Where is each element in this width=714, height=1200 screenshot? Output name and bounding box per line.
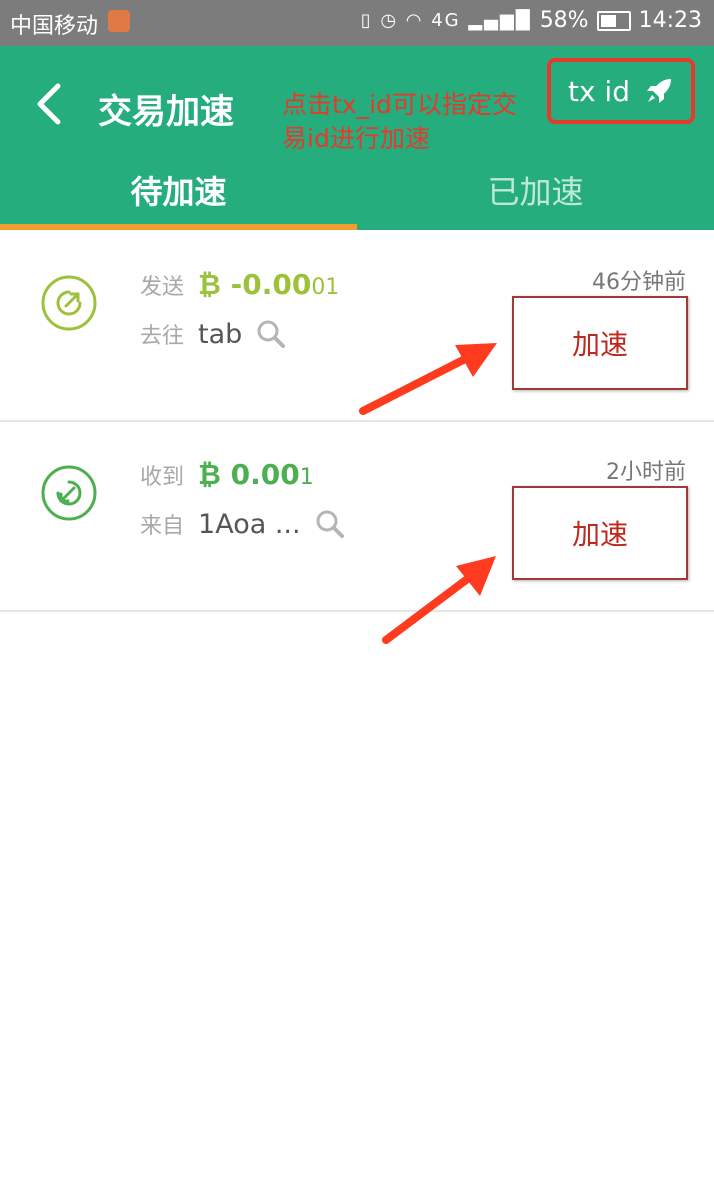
timestamp: 46分钟前 <box>592 270 686 295</box>
amount-main: -0.00 <box>230 268 312 301</box>
back-button[interactable] <box>30 82 70 126</box>
outgoing-arrow-icon <box>41 275 97 331</box>
peer-label: 去往 <box>140 324 185 349</box>
status-bar: 中国移动 ▯ ◷ ◠ 4G ▂▄▆█ 58% 14:23 <box>0 0 714 46</box>
app-bar: 交易加速 点击tx_id可以指定交易id进行加速 tx id 待加速 已加速 <box>0 46 714 230</box>
amount-tail: 01 <box>311 275 340 300</box>
search-icon[interactable] <box>315 509 345 539</box>
annotation-text: 点击tx_id可以指定交易id进行加速 <box>282 90 517 153</box>
amount-line: 发送 ₿ -0.0001 <box>140 268 339 301</box>
accelerate-button[interactable]: 加速 <box>512 296 688 390</box>
rocket-icon <box>647 79 671 103</box>
annotation-arrow-icon <box>382 556 496 644</box>
notification-badge-icon <box>108 10 130 32</box>
bitcoin-symbol: ₿ <box>198 458 221 491</box>
search-icon[interactable] <box>256 319 286 349</box>
peer-label: 来自 <box>140 514 185 539</box>
incoming-arrow-icon <box>41 465 97 521</box>
amount: ₿ 0.001 <box>198 458 314 491</box>
chevron-left-icon <box>37 83 61 125</box>
amount-line: 收到 ₿ 0.001 <box>140 458 314 491</box>
transaction-row: 收到 ₿ 0.001 来自 1Aoa ... 2小时前 加速 <box>0 420 714 612</box>
txid-label: tx id <box>567 74 630 108</box>
page-title: 交易加速 <box>98 92 234 132</box>
peer-line: 来自 1Aoa ... <box>140 508 345 540</box>
peer-address: tab <box>198 318 243 350</box>
battery-percent: 58% <box>539 8 589 33</box>
carrier-name: 中国移动 <box>10 14 99 39</box>
peer-address: 1Aoa ... <box>198 508 301 540</box>
tab-pending[interactable]: 待加速 <box>0 166 357 230</box>
status-icons: ▯ ◷ ◠ 4G ▂▄▆█ 58% 14:23 <box>361 8 702 33</box>
bitcoin-symbol: ₿ <box>198 268 221 301</box>
amount: ₿ -0.0001 <box>198 268 339 301</box>
tab-accelerated[interactable]: 已加速 <box>357 166 714 230</box>
direction-label: 发送 <box>140 275 185 300</box>
amount-tail: 1 <box>299 465 314 490</box>
battery-icon <box>596 10 631 31</box>
annotation-arrow-icon <box>359 343 497 415</box>
amount-main: 0.00 <box>230 458 300 491</box>
peer-line: 去往 tab <box>140 318 286 350</box>
network-type: 4G <box>431 10 461 31</box>
txid-button[interactable]: tx id <box>547 58 695 124</box>
direction-label: 收到 <box>140 465 185 490</box>
signal-icons: ▯ ◷ ◠ 4G ▂▄▆█ <box>360 10 532 31</box>
accelerate-button[interactable]: 加速 <box>512 486 688 580</box>
timestamp: 2小时前 <box>606 460 686 485</box>
clock-time: 14:23 <box>638 8 702 33</box>
